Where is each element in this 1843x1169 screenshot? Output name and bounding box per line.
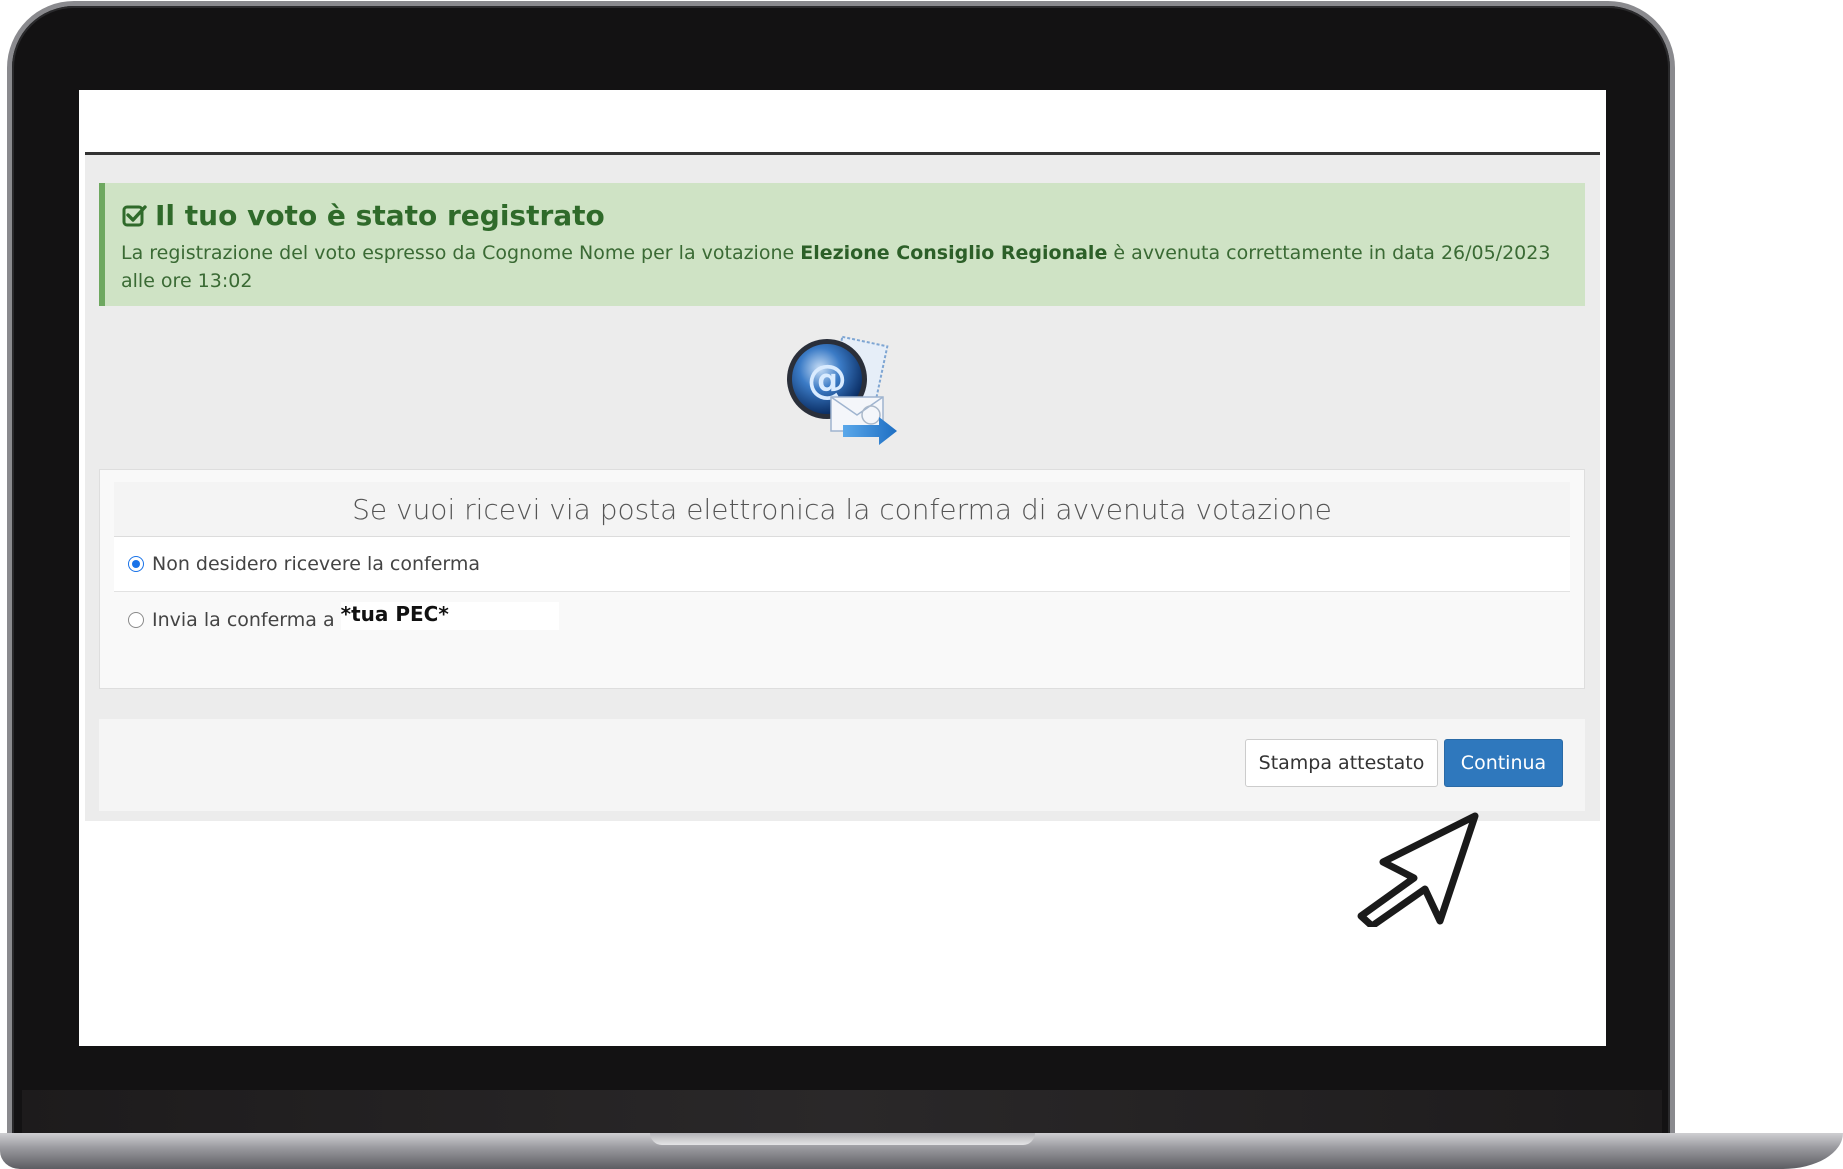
laptop-notch [650,1133,1035,1145]
success-alert: Il tuo voto è stato registrato La regist… [99,183,1585,306]
radio-send-confirmation[interactable] [128,611,144,628]
confirmation-heading: Se vuoi ricevi via posta elettronica la … [114,482,1570,538]
email-confirmation-box: Se vuoi ricevi via posta elettronica la … [99,469,1585,689]
option-no-confirmation-label: Non desidero ricevere la conferma [152,553,481,575]
svg-text:@: @ [807,357,847,403]
option-send-confirmation[interactable]: Invia la conferma a *tua PEC* [114,592,1570,647]
alert-text-before: La registrazione del voto espresso da Co… [121,242,801,264]
election-name: Elezione Consiglio Regionale [800,242,1108,264]
alert-title-text: Il tuo voto è stato registrato [155,199,605,232]
check-square-icon [122,205,147,227]
pec-address-field[interactable]: *tua PEC* [340,601,559,630]
alert-message: La registrazione del voto espresso da Co… [121,239,1561,295]
stage: Il tuo voto è stato registrato La regist… [0,0,1843,1169]
option-send-confirmation-label: Invia la conferma a [152,608,335,631]
cursor-arrow-icon [1357,812,1479,927]
print-certificate-button[interactable]: Stampa attestato [1245,739,1438,787]
option-no-confirmation[interactable]: Non desidero ricevere la conferma [114,537,1570,592]
continue-button[interactable]: Continua [1444,739,1563,787]
email-send-icon: @ [787,335,897,445]
alert-title: Il tuo voto è stato registrato [121,199,1565,233]
action-footer: Stampa attestato Continua [99,719,1585,811]
radio-no-confirmation[interactable] [128,556,144,572]
